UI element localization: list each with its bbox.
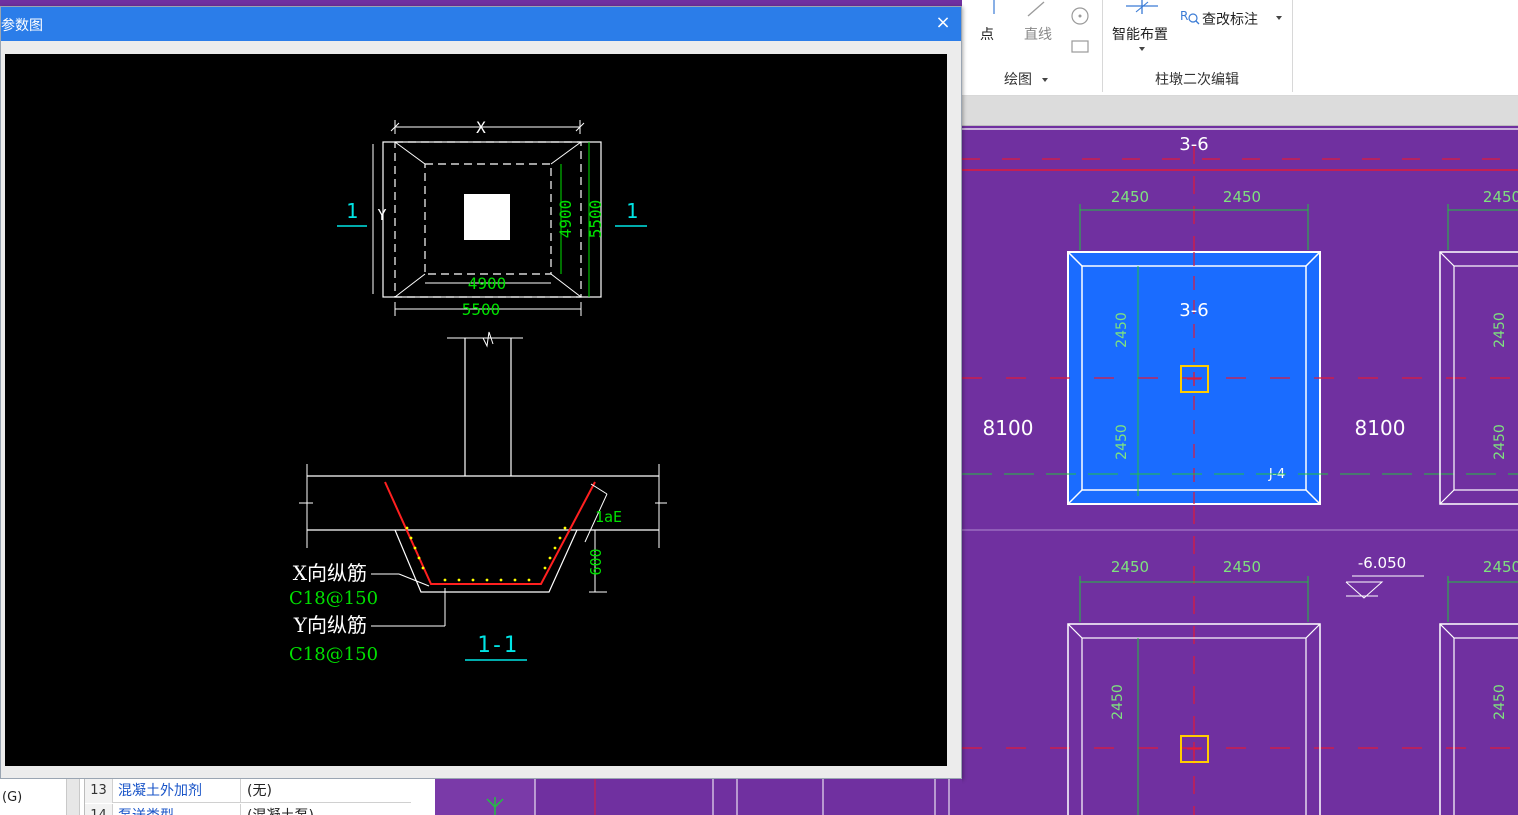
point-tool-button[interactable]: 点 xyxy=(976,0,1012,46)
dim-label: 2450 xyxy=(1223,188,1261,206)
dropdown-arrow-icon xyxy=(1276,16,1282,20)
plan-y-label: Y xyxy=(377,206,386,224)
x-bar-label: X向纵筋 xyxy=(293,561,367,585)
dim-label: 2450 xyxy=(1111,558,1149,576)
ribbon-toolbar: 点 直线 智能布置 R 查改标注 绘图 柱墩二次编辑 xyxy=(962,0,1518,96)
line-icon xyxy=(1027,1,1045,17)
circle-icon[interactable] xyxy=(1070,6,1090,26)
anchorage-label: 1aE xyxy=(595,508,622,526)
section-mark-left: 1 xyxy=(346,199,358,223)
property-value[interactable]: (混凝土泵) xyxy=(240,804,411,815)
row-number: 14 xyxy=(85,804,113,815)
dim-inner-width: 4900 xyxy=(468,274,507,293)
property-value[interactable]: (无) xyxy=(240,779,411,803)
rebar-dots xyxy=(405,526,567,582)
line-tool-label: 直线 xyxy=(1024,27,1052,43)
tree-panel: (G) xyxy=(0,779,66,815)
dim-label: 2450 xyxy=(1492,312,1508,348)
plan-x-label: X xyxy=(476,118,486,137)
property-name: 泵送类型 xyxy=(118,804,174,815)
parameter-diagram-dialog: 参数图 × X Y 1 1 4900 5500 4900 5500 1aE 60… xyxy=(0,6,962,779)
pier-label: 3-6 xyxy=(1179,300,1208,321)
panel-splitter[interactable] xyxy=(66,779,80,815)
elevation-label: -6.050 xyxy=(1358,554,1406,572)
dim-label: 2450 xyxy=(1483,558,1518,576)
table-row[interactable]: 14 泵送类型 (混凝土泵) xyxy=(85,804,411,815)
dim-label: 2450 xyxy=(1483,188,1518,206)
axis-label: 3-6 xyxy=(1179,134,1208,155)
draw-group-text: 绘图 xyxy=(1004,72,1032,88)
cad-canvas[interactable]: 3-6 2450 2450 2450 3-6 2450 2450 J-4 810… xyxy=(962,126,1518,815)
query-annotation-button[interactable]: R 查改标注 xyxy=(1180,6,1290,30)
smart-place-icon xyxy=(1126,0,1158,14)
point-tool-label: 点 xyxy=(980,27,994,43)
dim-outer-width: 5500 xyxy=(462,300,501,319)
span-label: 8100 xyxy=(983,416,1034,440)
dialog-title: 参数图 xyxy=(1,18,43,34)
dim-label: 2450 xyxy=(1114,312,1130,348)
dim-label: 2450 xyxy=(1110,684,1126,720)
plan-view: X Y 1 1 4900 5500 4900 5500 xyxy=(337,118,647,319)
rect-icon[interactable] xyxy=(1070,38,1090,56)
property-name: 混凝土外加剂 xyxy=(118,783,202,799)
dropdown-arrow-icon xyxy=(1042,78,1049,82)
dim-outer-height: 5500 xyxy=(586,200,605,239)
smart-place-button[interactable]: 智能布置 xyxy=(1108,0,1178,62)
pier-edit-group-label: 柱墩二次编辑 xyxy=(1155,72,1239,88)
table-row[interactable]: 13 混凝土外加剂 (无) xyxy=(85,779,411,803)
ribbon-separator xyxy=(1292,0,1293,92)
tree-item-text[interactable]: (G) xyxy=(2,790,22,805)
depth-label: 600 xyxy=(587,548,605,575)
dim-label: 2450 xyxy=(1492,684,1508,720)
smart-place-label: 智能布置 xyxy=(1112,27,1168,43)
x-bar-spec: C18@150 xyxy=(289,588,378,609)
draw-group-label[interactable]: 绘图 xyxy=(1004,69,1049,89)
dialog-titlebar[interactable]: 参数图 × xyxy=(1,7,961,41)
section-title: 1-1 xyxy=(477,633,517,658)
close-icon[interactable]: × xyxy=(933,13,953,33)
dim-label: 2450 xyxy=(1111,188,1149,206)
property-table: 13 混凝土外加剂 (无) 14 泵送类型 (混凝土泵) xyxy=(84,779,411,815)
row-number: 13 xyxy=(85,779,113,803)
query-annotation-label: 查改标注 xyxy=(1202,12,1258,28)
svg-text:R: R xyxy=(1180,9,1188,23)
query-annotation-icon: R xyxy=(1180,9,1200,25)
y-bar-spec: C18@150 xyxy=(289,644,378,665)
point-icon xyxy=(993,0,995,14)
y-bar-label: Y向纵筋 xyxy=(293,613,367,637)
line-tool-button[interactable]: 直线 xyxy=(1020,0,1064,46)
section-mark-right: 1 xyxy=(626,199,638,223)
ribbon-status-strip xyxy=(962,96,1518,126)
cad-canvas-bottom[interactable] xyxy=(433,779,962,815)
properties-panel: (G) 13 混凝土外加剂 (无) 14 泵送类型 (混凝土泵) xyxy=(0,779,962,815)
parameter-drawing: X Y 1 1 4900 5500 4900 5500 1aE 600 X向纵筋… xyxy=(5,54,947,766)
dim-label: 2450 xyxy=(1223,558,1261,576)
span-label: 8100 xyxy=(1355,416,1406,440)
dim-inner-height: 4900 xyxy=(556,200,575,239)
ribbon-separator xyxy=(1102,0,1103,92)
dropdown-arrow-icon xyxy=(1139,47,1145,51)
section-view: 1aE 600 X向纵筋 C18@150 Y向纵筋 C18@150 1-1 xyxy=(289,331,667,665)
dim-label: 2450 xyxy=(1114,424,1130,460)
dim-label: 2450 xyxy=(1492,424,1508,460)
app-window: 点 直线 智能布置 R 查改标注 绘图 柱墩二次编辑 3-6 2450 2450… xyxy=(0,0,1518,815)
